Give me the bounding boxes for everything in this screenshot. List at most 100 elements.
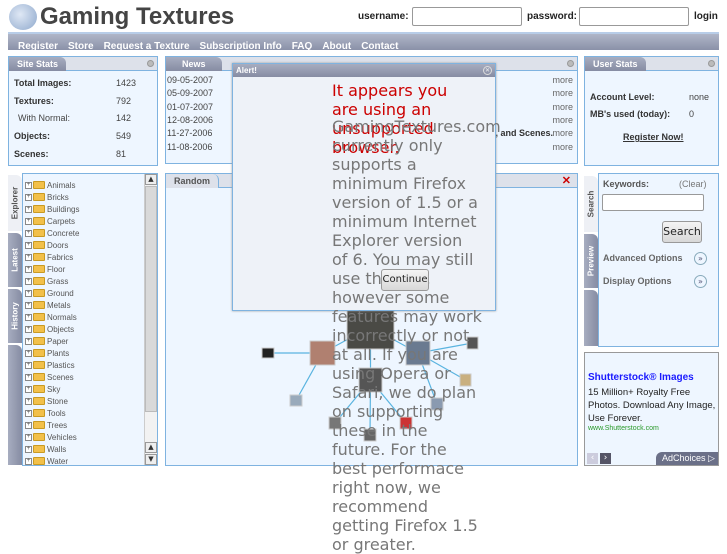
site-stats-tab[interactable]: Site Stats bbox=[9, 57, 67, 71]
expand-icon[interactable]: + bbox=[25, 397, 32, 405]
tree-item[interactable]: + Metals bbox=[25, 299, 79, 311]
pin-icon[interactable] bbox=[147, 60, 154, 67]
expand-icon[interactable]: + bbox=[25, 181, 32, 189]
scroll-down-icon[interactable]: ▼ bbox=[145, 454, 157, 465]
nav-faq[interactable]: FAQ bbox=[292, 41, 313, 52]
expand-icon[interactable]: » bbox=[694, 275, 707, 288]
nav-contact[interactable]: Contact bbox=[361, 41, 398, 52]
ad-url[interactable]: www.Shutterstock.com bbox=[588, 425, 659, 432]
tab-search[interactable]: Search bbox=[584, 176, 598, 232]
news-more-link[interactable]: more bbox=[552, 88, 573, 98]
tree-item[interactable]: + Objects bbox=[25, 323, 79, 335]
tree-item[interactable]: + Sky bbox=[25, 383, 79, 395]
tree-item[interactable]: + Scenes bbox=[25, 371, 79, 383]
expand-icon[interactable]: + bbox=[25, 241, 32, 249]
expand-icon[interactable]: + bbox=[25, 337, 32, 345]
tree-item[interactable]: + Tools bbox=[25, 407, 79, 419]
tree-item[interactable]: + Normals bbox=[25, 311, 79, 323]
news-more-link[interactable]: more bbox=[552, 142, 573, 152]
tree-item[interactable]: + Doors bbox=[25, 239, 79, 251]
expand-icon[interactable]: + bbox=[25, 349, 32, 357]
expand-icon[interactable]: + bbox=[25, 457, 32, 465]
tab-explorer[interactable]: Explorer bbox=[8, 175, 22, 231]
expand-icon[interactable]: » bbox=[694, 252, 707, 265]
tree-item[interactable]: + Plants bbox=[25, 347, 79, 359]
expand-icon[interactable]: + bbox=[25, 373, 32, 381]
tree-item[interactable]: + Paper bbox=[25, 335, 79, 347]
display-options-label[interactable]: Display Options bbox=[603, 276, 672, 286]
nav-register[interactable]: Register bbox=[18, 41, 58, 52]
tree-item[interactable]: + Ground bbox=[25, 287, 79, 299]
tree-item[interactable]: + Water bbox=[25, 455, 79, 465]
pin-icon[interactable] bbox=[567, 60, 574, 67]
news-more-link[interactable]: more bbox=[552, 115, 573, 125]
texture-thumbnail[interactable] bbox=[261, 347, 275, 359]
site-title[interactable]: Gaming Textures bbox=[40, 3, 234, 31]
expand-icon[interactable]: + bbox=[25, 433, 32, 441]
expand-icon[interactable]: + bbox=[25, 385, 32, 393]
expand-icon[interactable]: + bbox=[25, 265, 32, 273]
expand-icon[interactable]: + bbox=[25, 217, 32, 225]
close-icon[interactable]: ✕ bbox=[483, 66, 492, 75]
tree-item[interactable]: + Buildings bbox=[25, 203, 79, 215]
ad-next-icon[interactable]: › bbox=[600, 453, 611, 464]
tree-item[interactable]: + Carpets bbox=[25, 215, 79, 227]
expand-icon[interactable]: + bbox=[25, 361, 32, 369]
expand-icon[interactable]: + bbox=[25, 409, 32, 417]
expand-icon[interactable]: + bbox=[25, 445, 32, 453]
tab-latest[interactable]: Latest bbox=[8, 233, 22, 287]
tree-item[interactable]: + Walls bbox=[25, 443, 79, 455]
expand-icon[interactable]: + bbox=[25, 277, 32, 285]
continue-button[interactable]: Continue bbox=[381, 269, 429, 291]
news-more-link[interactable]: more bbox=[552, 75, 573, 85]
tree-item[interactable]: + Fabrics bbox=[25, 251, 79, 263]
tree-item[interactable]: + Concrete bbox=[25, 227, 79, 239]
scroll-up-icon[interactable]: ▲ bbox=[145, 174, 157, 185]
expand-icon[interactable]: + bbox=[25, 325, 32, 333]
scrollbar[interactable]: ▲ ▲ ▼ bbox=[144, 174, 157, 465]
scroll-up-icon[interactable]: ▲ bbox=[145, 442, 157, 453]
news-more-link[interactable]: more bbox=[552, 128, 573, 138]
tree-item[interactable]: + Trees bbox=[25, 419, 79, 431]
expand-icon[interactable]: + bbox=[25, 301, 32, 309]
tab-preview[interactable]: Preview bbox=[584, 234, 598, 288]
ad-prev-icon[interactable]: ‹ bbox=[587, 453, 598, 464]
tree-item[interactable]: + Vehicles bbox=[25, 431, 79, 443]
keywords-input[interactable] bbox=[602, 194, 704, 211]
expand-icon[interactable]: + bbox=[25, 229, 32, 237]
expand-icon[interactable]: + bbox=[25, 205, 32, 213]
advanced-options-label[interactable]: Advanced Options bbox=[603, 253, 683, 263]
tree-item[interactable]: + Floor bbox=[25, 263, 79, 275]
user-stats-tab[interactable]: User Stats bbox=[585, 57, 646, 71]
pin-icon[interactable] bbox=[708, 60, 715, 67]
tree-item[interactable]: + Plastics bbox=[25, 359, 79, 371]
expand-icon[interactable]: + bbox=[25, 313, 32, 321]
tree-item[interactable]: + Bricks bbox=[25, 191, 79, 203]
news-more-link[interactable]: more bbox=[552, 102, 573, 112]
username-input[interactable] bbox=[412, 7, 522, 26]
adchoices-link[interactable]: AdChoices ▷ bbox=[656, 452, 718, 465]
nav-about[interactable]: About bbox=[322, 41, 351, 52]
login-button[interactable]: login bbox=[694, 11, 718, 22]
ad-title-link[interactable]: Shutterstock® Images bbox=[588, 372, 694, 383]
expand-icon[interactable]: + bbox=[25, 193, 32, 201]
tree-item[interactable]: + Grass bbox=[25, 275, 79, 287]
clear-link[interactable]: (Clear) bbox=[679, 179, 707, 189]
nav-store[interactable]: Store bbox=[68, 41, 94, 52]
expand-icon[interactable]: + bbox=[25, 289, 32, 297]
ad-panel: Shutterstock® Images 15 Million+ Royalty… bbox=[584, 352, 719, 466]
expand-icon[interactable]: + bbox=[25, 421, 32, 429]
tree-item[interactable]: + Animals bbox=[25, 179, 79, 191]
nav-request-texture[interactable]: Request a Texture bbox=[104, 41, 190, 52]
username-label: username: bbox=[358, 11, 409, 22]
scroll-thumb[interactable] bbox=[145, 186, 157, 412]
tree-item[interactable]: + Stone bbox=[25, 395, 79, 407]
news-tab[interactable]: News bbox=[166, 57, 222, 71]
expand-icon[interactable]: + bbox=[25, 253, 32, 261]
register-now-link[interactable]: Register Now! bbox=[623, 132, 684, 142]
tab-history[interactable]: History bbox=[8, 289, 22, 343]
search-button[interactable]: Search bbox=[662, 221, 702, 243]
nav-subscription-info[interactable]: Subscription Info bbox=[200, 41, 282, 52]
password-input[interactable] bbox=[579, 7, 689, 26]
texture-thumbnail[interactable] bbox=[289, 394, 303, 407]
